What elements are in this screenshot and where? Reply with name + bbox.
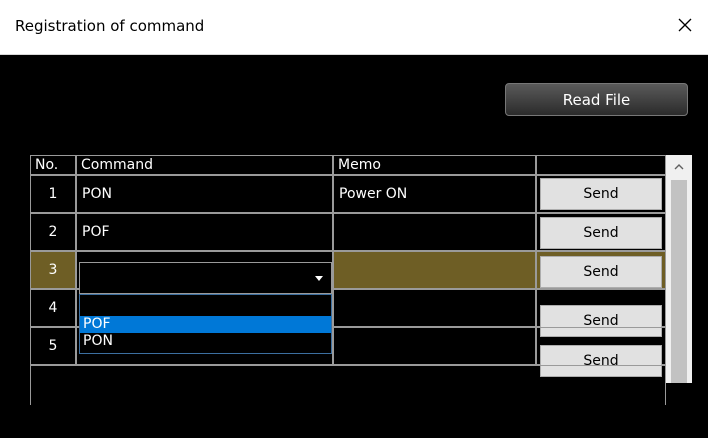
row-5-no: 5	[30, 327, 76, 365]
read-file-button[interactable]: Read File	[505, 83, 688, 116]
header-no: No.	[30, 155, 76, 175]
scroll-up-button[interactable]	[666, 155, 692, 179]
vertical-scrollbar[interactable]	[666, 155, 692, 383]
header-command: Command	[76, 155, 333, 175]
chevron-up-icon	[674, 164, 684, 170]
row-2-command[interactable]: POF	[76, 213, 333, 251]
row-1-command[interactable]: PON	[76, 175, 333, 213]
row-6-partial	[30, 365, 666, 405]
close-icon	[678, 18, 692, 32]
row-5-memo[interactable]	[333, 327, 536, 365]
row-3-send-button[interactable]: Send	[540, 256, 662, 288]
dropdown-option-blank[interactable]	[80, 299, 331, 316]
row-2-memo[interactable]	[333, 213, 536, 251]
command-combobox[interactable]	[79, 262, 332, 294]
row-4-memo[interactable]	[333, 289, 536, 327]
row-3-no: 3	[30, 251, 76, 289]
dropdown-option-pof[interactable]: POF	[80, 316, 331, 333]
scroll-thumb[interactable]	[671, 180, 687, 383]
row-1-no: 1	[30, 175, 76, 213]
close-button[interactable]	[670, 10, 700, 40]
header-action	[536, 155, 666, 175]
row-1-memo[interactable]: Power ON	[333, 175, 536, 213]
row-2-send-button[interactable]: Send	[540, 217, 662, 249]
header-memo: Memo	[333, 155, 536, 175]
window-title: Registration of command	[15, 17, 205, 35]
row-4-no: 4	[30, 289, 76, 327]
dropdown-option-pon[interactable]: PON	[80, 333, 331, 350]
row-2-no: 2	[30, 213, 76, 251]
command-dropdown-list: POF PON	[79, 294, 332, 354]
chevron-down-icon[interactable]	[315, 276, 323, 281]
row-3-memo[interactable]	[333, 251, 536, 289]
title-bar: Registration of command	[0, 0, 708, 55]
row-1-send-button[interactable]: Send	[540, 178, 662, 210]
